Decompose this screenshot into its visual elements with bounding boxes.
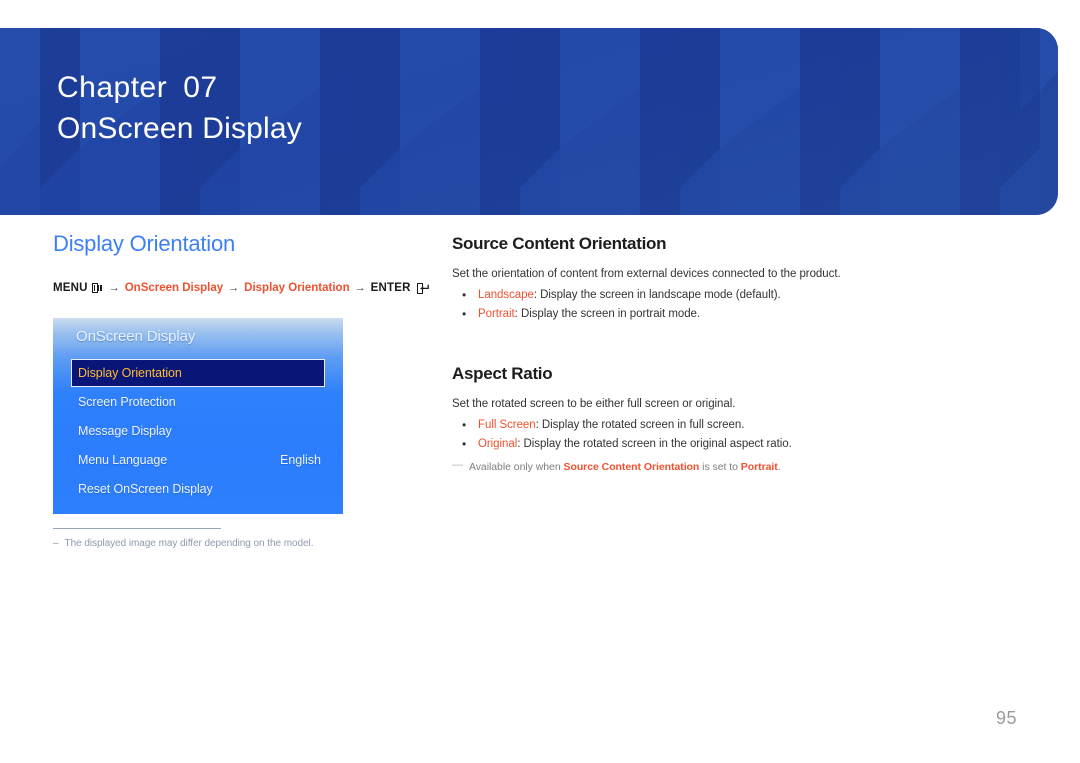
breadcrumb: MENU → OnScreen Display → Display Orient… (53, 280, 429, 296)
right-column: Source Content Orientation Set the orien… (452, 232, 882, 475)
note-term-source-content-orientation: Source Content Orientation (563, 461, 700, 473)
osd-menu-mockup: OnScreen Display Display Orientation Scr… (53, 318, 343, 514)
note-part-1: Available only when (468, 461, 564, 473)
footnote-line: – The displayed image may differ dependi… (53, 537, 393, 551)
section-intro-source-content-orientation: Set the orientation of content from exte… (452, 268, 841, 280)
list-item: Landscape: Display the screen in landsca… (452, 286, 882, 305)
bullet-list-source-content-orientation: Landscape: Display the screen in landsca… (452, 286, 882, 324)
osd-item-screen-protection[interactable]: Screen Protection (53, 387, 343, 416)
osd-item-display-orientation[interactable]: Display Orientation (71, 359, 325, 387)
osd-item-label: Message Display (78, 423, 172, 438)
list-item: Portrait: Display the screen in portrait… (452, 305, 882, 324)
bullet-term-full-screen: Full Screen (478, 419, 536, 431)
bullet-term-original: Original (478, 438, 518, 450)
breadcrumb-enter-label: ENTER (370, 282, 411, 294)
aspect-ratio-note: — Available only when Source Content Ori… (452, 459, 882, 475)
chapter-label: Chapter (57, 71, 168, 104)
bullet-desc: : Display the screen in landscape mode (… (533, 289, 781, 301)
section-heading-source-content-orientation: Source Content Orientation (452, 234, 667, 253)
chapter-label-line: Chapter 07 (57, 68, 302, 108)
breadcrumb-link-onscreen-display[interactable]: OnScreen Display (125, 280, 223, 296)
osd-item-label: Screen Protection (78, 394, 176, 409)
breadcrumb-arrow-3: → (354, 282, 366, 294)
list-item: Original: Display the rotated screen in … (452, 435, 882, 454)
bullet-term-portrait: Portrait (478, 308, 515, 320)
bullet-desc: : Display the rotated screen in full scr… (535, 419, 745, 431)
banner-text-group: Chapter 07 OnScreen Display (57, 68, 302, 150)
footnote-divider (53, 528, 221, 529)
enter-return-icon (416, 282, 429, 294)
osd-item-message-display[interactable]: Message Display (53, 416, 343, 445)
chapter-number: 07 (183, 71, 218, 104)
osd-item-label: Reset OnScreen Display (78, 481, 213, 496)
chapter-title: OnScreen Display (57, 112, 302, 145)
menu-bars-icon (91, 283, 103, 293)
section-heading-aspect-ratio: Aspect Ratio (452, 364, 553, 383)
chapter-banner: Chapter 07 OnScreen Display (0, 28, 1058, 215)
breadcrumb-arrow-1: → (108, 282, 120, 294)
breadcrumb-link-display-orientation[interactable]: Display Orientation (244, 280, 349, 296)
osd-item-reset-onscreen-display[interactable]: Reset OnScreen Display (53, 474, 343, 503)
page-number: 95 (996, 708, 1018, 728)
note-dash: — (452, 459, 463, 471)
osd-item-value: English (280, 452, 321, 467)
osd-item-label: Menu Language (78, 452, 168, 467)
note-term-portrait: Portrait (740, 461, 778, 473)
osd-menu-list: Display Orientation Screen Protection Me… (53, 359, 343, 503)
osd-item-menu-language[interactable]: Menu Language English (53, 445, 343, 474)
section-intro-aspect-ratio: Set the rotated screen to be either full… (452, 398, 736, 410)
left-footnote: – The displayed image may differ dependi… (53, 528, 393, 551)
bullet-desc: : Display the rotated screen in the orig… (517, 438, 792, 450)
note-part-2: is set to (699, 461, 741, 473)
osd-menu-title: OnScreen Display (76, 328, 196, 345)
note-text-group: Available only when Source Content Orien… (469, 459, 781, 475)
footnote-text: The displayed image may differ depending… (64, 538, 314, 549)
left-column: Display Orientation MENU → OnScreen Disp… (53, 230, 429, 296)
bullet-list-aspect-ratio: Full Screen: Display the rotated screen … (452, 416, 882, 454)
bullet-desc: : Display the screen in portrait mode. (514, 308, 701, 320)
note-part-3: . (777, 461, 781, 473)
page-title: Display Orientation (53, 231, 236, 256)
bullet-term-landscape: Landscape (478, 289, 534, 301)
breadcrumb-menu-label: MENU (53, 282, 88, 294)
osd-item-label: Display Orientation (78, 366, 182, 380)
list-item: Full Screen: Display the rotated screen … (452, 416, 882, 435)
footnote-dash: – (53, 538, 59, 549)
breadcrumb-arrow-2: → (228, 282, 240, 294)
